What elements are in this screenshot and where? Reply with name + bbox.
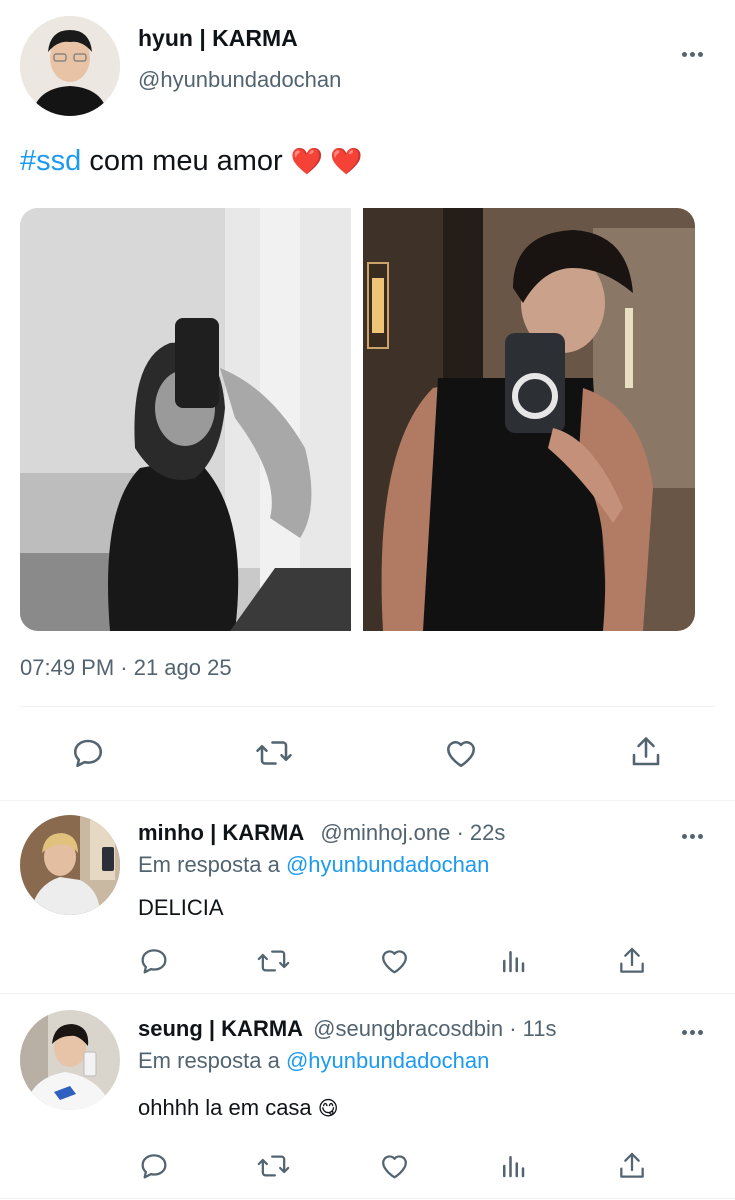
reply-icon[interactable] [138,1150,170,1182]
media-photo-left[interactable] [20,208,351,631]
more-icon[interactable] [682,1022,710,1035]
reply-divider [0,993,735,994]
retweet-icon[interactable] [254,735,294,771]
reply-header: minho | KARMA @minhoj.one · 22s [138,820,505,846]
share-icon[interactable] [628,733,664,771]
timestamp-divider [20,706,715,707]
reply-context: Em resposta a @hyunbundadochan [138,1048,489,1074]
reply-author-handle[interactable]: @minhoj.one [320,820,450,845]
reply-to-link[interactable]: @hyunbundadochan [286,852,489,877]
reply-context-label: Em resposta a [138,1048,280,1073]
share-icon[interactable] [616,1149,648,1183]
hashtag-link[interactable]: #ssd [20,145,81,177]
like-icon[interactable] [378,1150,411,1182]
reply-text: ohhhh la em casa 😋 [138,1095,339,1121]
reply-icon[interactable] [70,735,106,771]
post-divider [0,800,735,801]
more-icon[interactable] [682,44,710,57]
reply-body: ohhhh la em casa [138,1095,312,1120]
reply-to-link[interactable]: @hyunbundadochan [286,1048,489,1073]
reply-author-name[interactable]: seung | KARMA [138,1016,303,1041]
heart-emoji: ❤️ ❤️ [290,146,363,176]
author-avatar[interactable] [20,16,120,116]
more-icon[interactable] [682,826,710,839]
reply-header: seung | KARMA @seungbracosdbin · 11s [138,1016,556,1042]
post-timestamp[interactable]: 07:49 PM · 21 ago 25 [20,655,232,681]
reply-time[interactable]: · 22s [456,820,505,845]
reply-author-name[interactable]: minho | KARMA [138,820,304,845]
like-icon[interactable] [442,735,480,771]
author-name[interactable]: hyun | KARMA [138,25,298,52]
views-icon[interactable] [498,945,528,977]
share-icon[interactable] [616,944,648,978]
reply-icon[interactable] [138,945,170,977]
retweet-icon[interactable] [256,1150,291,1182]
reply-context-label: Em resposta a [138,852,280,877]
post-text: #ssd com meu amor ❤️ ❤️ [20,145,363,178]
reply-avatar[interactable] [20,815,120,915]
post-body: com meu amor [81,145,283,177]
reply-author-handle[interactable]: @seungbracosdbin [313,1016,503,1041]
post-media[interactable] [20,208,695,631]
reply-context: Em resposta a @hyunbundadochan [138,852,489,878]
reply-avatar[interactable] [20,1010,120,1110]
reply-text: DELICIA [138,895,224,920]
author-handle[interactable]: @hyunbundadochan [138,67,341,93]
bottom-divider [0,1198,735,1199]
like-icon[interactable] [378,945,411,977]
media-photo-right[interactable] [363,208,695,631]
yum-emoji: 😋 [317,1098,339,1120]
retweet-icon[interactable] [256,945,291,977]
reply-time[interactable]: · 11s [509,1016,556,1041]
views-icon[interactable] [498,1150,528,1182]
